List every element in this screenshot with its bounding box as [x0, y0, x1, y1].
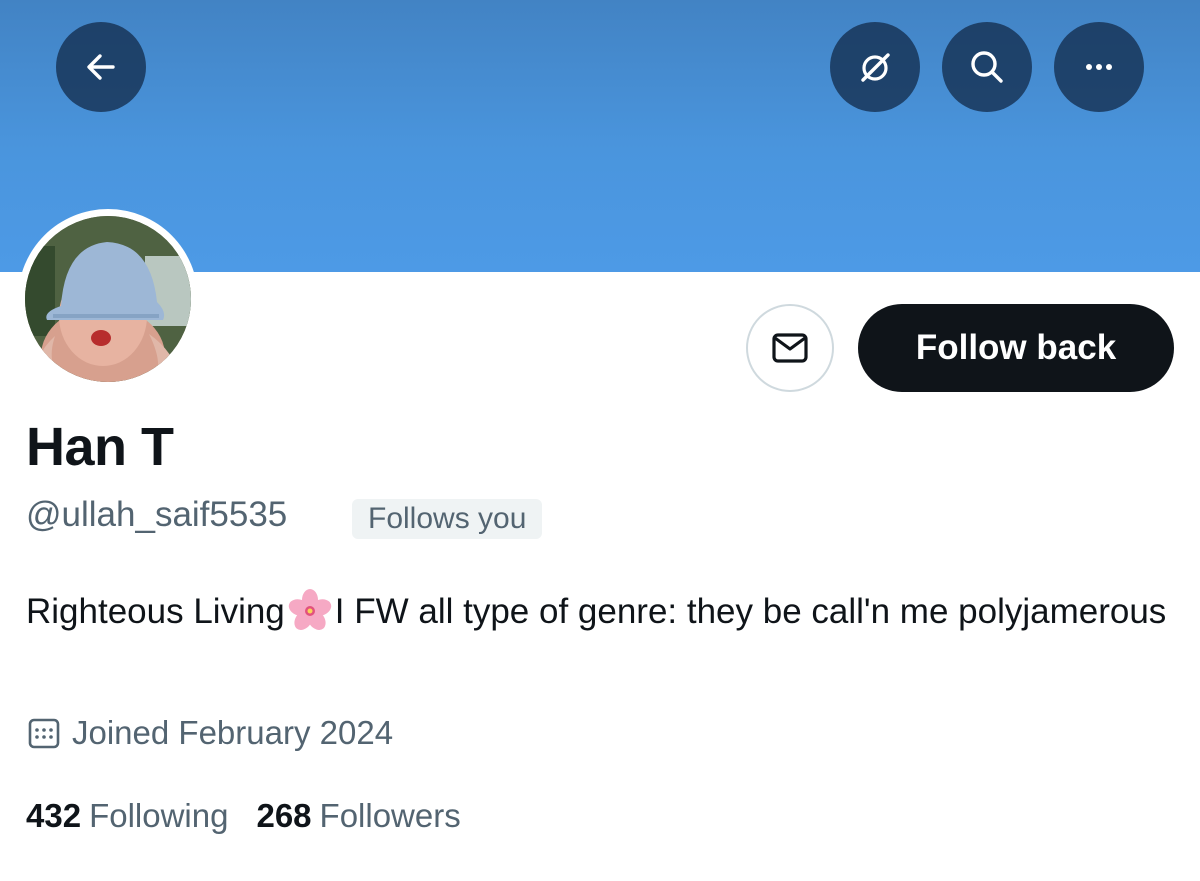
search-button[interactable]: [942, 22, 1032, 112]
search-icon: [971, 51, 1003, 83]
profile-avatar[interactable]: [18, 209, 198, 389]
avatar-photo: [25, 216, 191, 382]
avatar-image: [25, 216, 191, 382]
followers-stat[interactable]: 268 Followers: [256, 797, 460, 835]
profile-bio: Righteous Living I FW all type of genre:…: [26, 586, 1176, 638]
grok-button[interactable]: [830, 22, 920, 112]
grok-slash-icon: [861, 53, 890, 82]
followers-count: 268: [256, 797, 312, 834]
follow-stats: 432 Following 268 Followers: [26, 797, 489, 835]
profile-handle: @ullah_saif5535: [26, 495, 288, 534]
following-label: Following: [89, 797, 229, 834]
bio-text-part1: Righteous Living: [26, 592, 285, 631]
following-stat[interactable]: 432 Following: [26, 797, 228, 835]
joined-text: Joined February 2024: [72, 714, 394, 751]
calendar-icon: [28, 718, 60, 749]
more-options-button[interactable]: [1054, 22, 1144, 112]
profile-name: Han T: [26, 417, 174, 477]
back-button[interactable]: [56, 22, 146, 112]
cherry-blossom-icon: [288, 589, 331, 630]
followers-label: Followers: [319, 797, 461, 834]
following-count: 432: [26, 797, 82, 834]
more-dots-icon: [1086, 64, 1112, 70]
arrow-left-icon: [87, 54, 115, 80]
follows-you-badge: Follows you: [352, 499, 543, 539]
joined-date: Joined February 2024: [26, 714, 393, 752]
bio-text-part2: I FW all type of genre: they be call'n m…: [334, 592, 1167, 631]
message-button[interactable]: [746, 304, 834, 392]
follow-back-button[interactable]: Follow back: [858, 304, 1174, 392]
envelope-icon: [772, 333, 808, 363]
